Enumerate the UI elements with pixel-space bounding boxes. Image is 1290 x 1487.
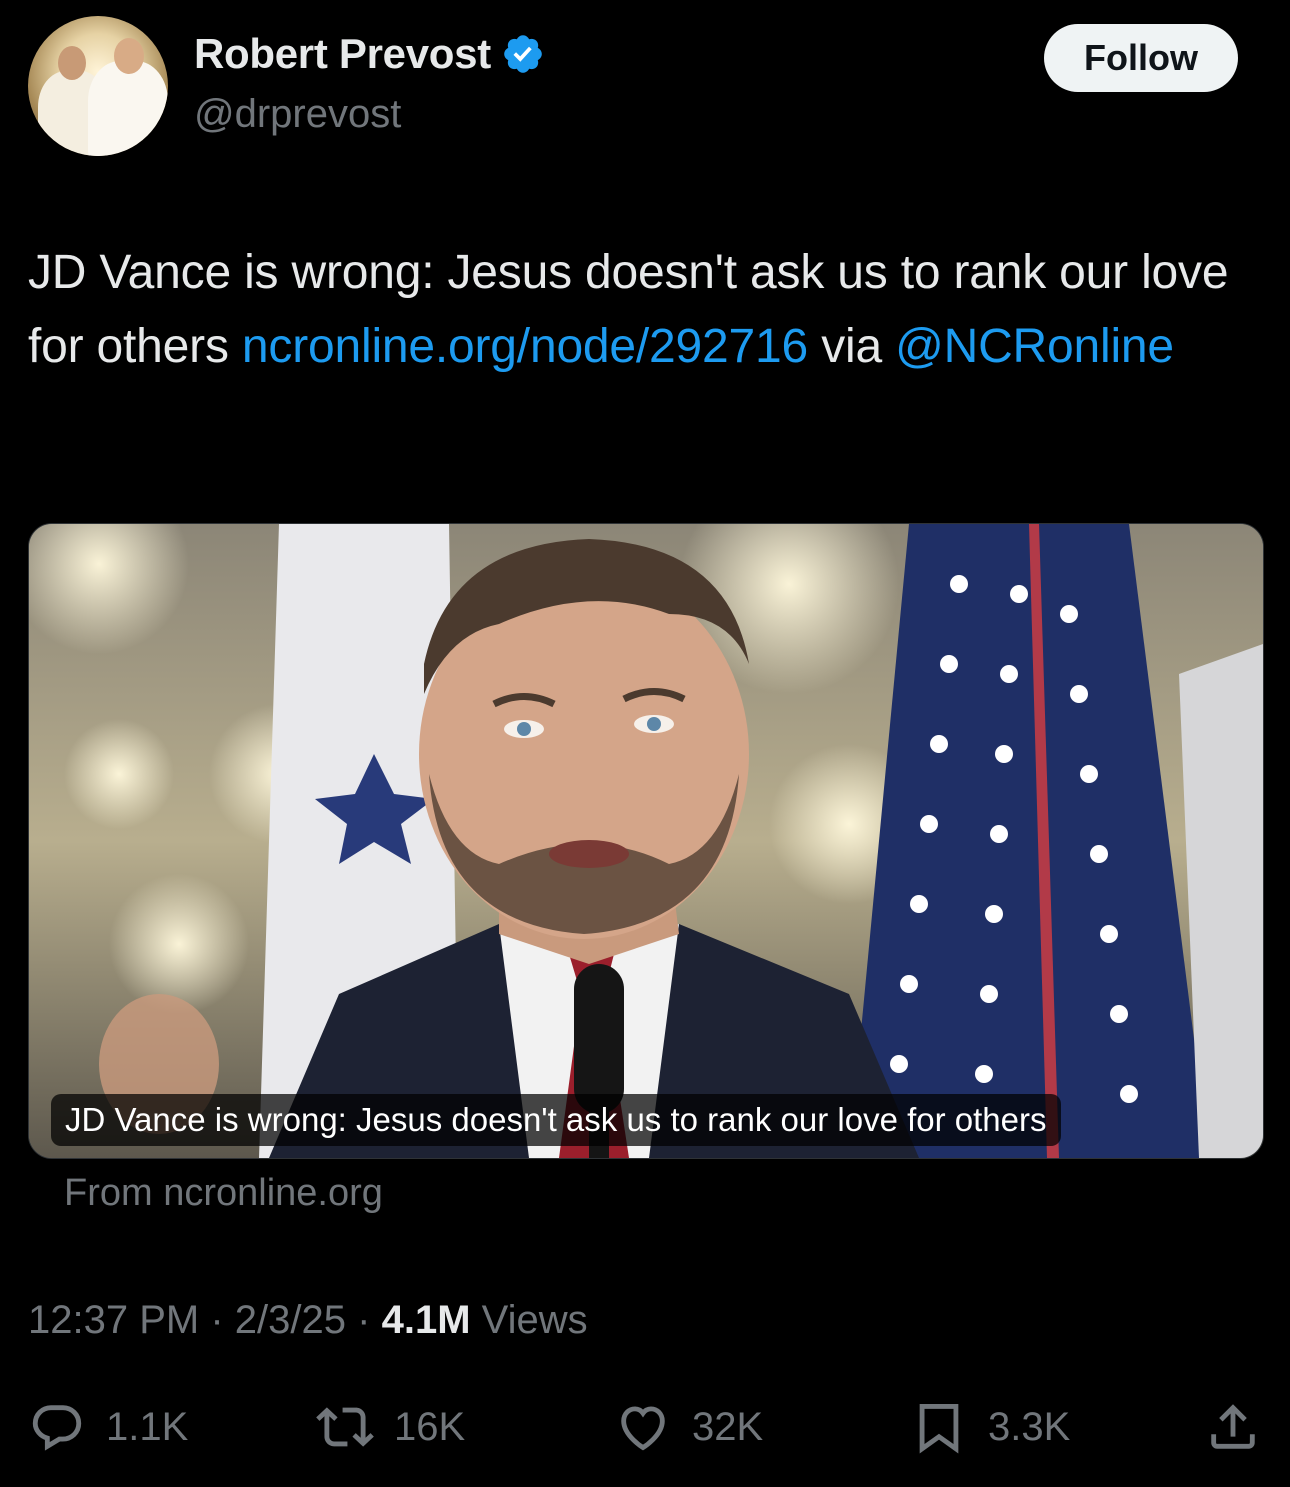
reply-button[interactable]: 1.1K xyxy=(28,1392,188,1462)
share-icon xyxy=(1211,1404,1255,1449)
tweet-meta: 12:37 PM · 2/3/25 · 4.1M Views xyxy=(28,1298,588,1343)
meta-separator: · xyxy=(210,1298,224,1342)
author-name[interactable]: Robert Prevost xyxy=(194,30,491,78)
repost-count: 16K xyxy=(394,1404,466,1449)
tweet-time[interactable]: 12:37 PM xyxy=(28,1298,199,1342)
like-count: 32K xyxy=(692,1404,764,1449)
action-bar: 1.1K 16K 32K 3.3K xyxy=(0,1392,1290,1462)
share-button[interactable] xyxy=(1204,1392,1262,1462)
like-button[interactable]: 32K xyxy=(614,1392,763,1462)
tweet-text: JD Vance is wrong: Jesus doesn't ask us … xyxy=(28,236,1268,384)
card-image xyxy=(29,524,1263,1158)
verified-badge-icon xyxy=(504,35,542,73)
tweet-date[interactable]: 2/3/25 xyxy=(235,1298,346,1342)
avatar[interactable] xyxy=(28,16,168,156)
author-handle[interactable]: @drprevost xyxy=(194,92,401,137)
tweet-via: via xyxy=(821,320,882,373)
meta-separator: · xyxy=(357,1298,371,1342)
link-card[interactable]: JD Vance is wrong: Jesus doesn't ask us … xyxy=(28,523,1264,1159)
views-count: 4.1M xyxy=(381,1298,471,1342)
reply-count: 1.1K xyxy=(106,1404,189,1449)
card-source[interactable]: From ncronline.org xyxy=(64,1172,383,1215)
tweet-link[interactable]: ncronline.org/node/292716 xyxy=(242,320,808,373)
author-name-row[interactable]: Robert Prevost xyxy=(194,30,545,78)
repost-icon xyxy=(316,1407,374,1447)
like-icon xyxy=(621,1406,665,1451)
views-label: Views xyxy=(481,1298,588,1342)
reply-icon xyxy=(32,1405,82,1451)
follow-button[interactable]: Follow xyxy=(1044,24,1238,92)
tweet-mention[interactable]: @NCRonline xyxy=(895,320,1174,373)
bookmark-count: 3.3K xyxy=(988,1404,1071,1449)
bookmark-button[interactable]: 3.3K xyxy=(910,1392,1070,1462)
repost-button[interactable]: 16K xyxy=(316,1392,465,1462)
card-caption: JD Vance is wrong: Jesus doesn't ask us … xyxy=(51,1094,1061,1146)
bookmark-icon xyxy=(919,1404,959,1454)
